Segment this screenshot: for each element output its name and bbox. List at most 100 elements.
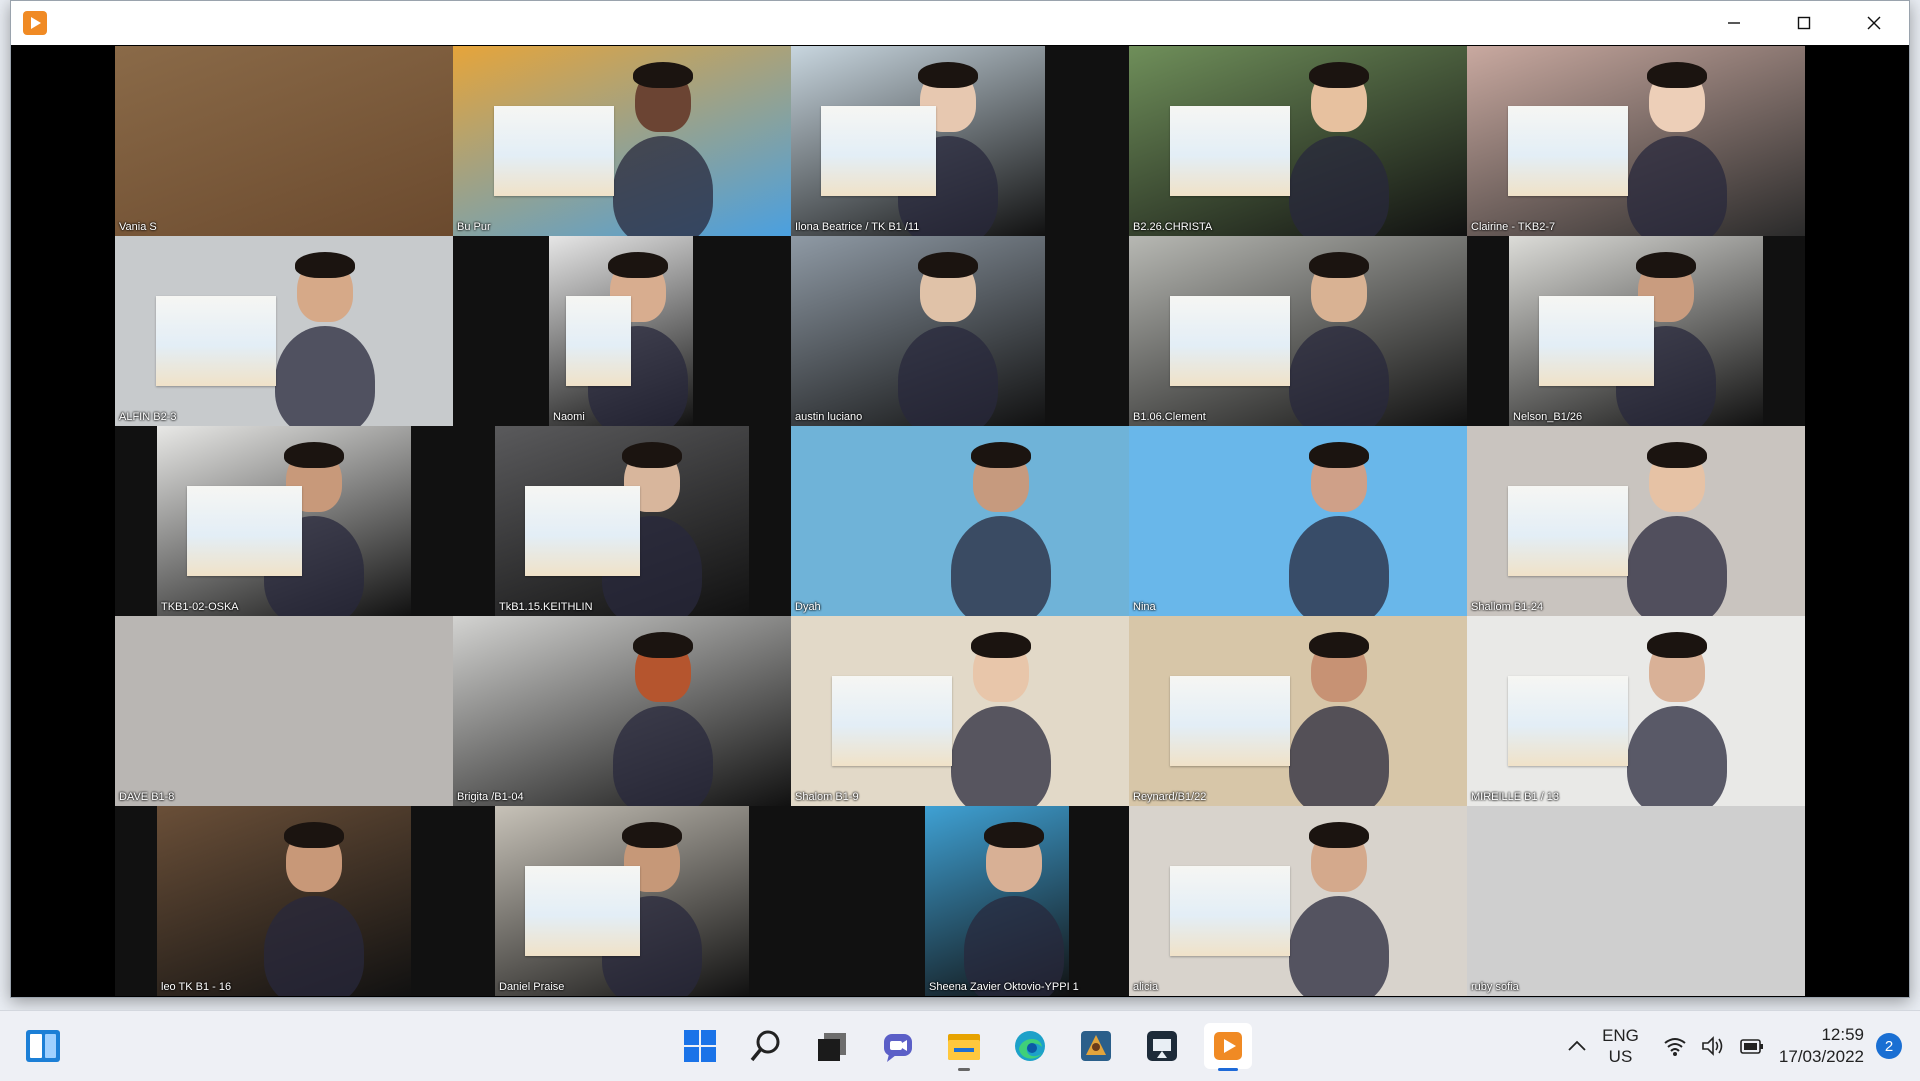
app-gold-button[interactable] xyxy=(1072,1023,1120,1069)
participant-name: Reynard/B1/22 xyxy=(1133,791,1207,803)
participant-tile[interactable]: TkB1.15.KEITHLIN xyxy=(453,426,791,616)
participant-tile[interactable]: B2.26.CHRISTA xyxy=(1129,46,1467,236)
notification-badge[interactable]: 2 xyxy=(1876,1033,1902,1059)
participant-tile[interactable]: B1.06.Clement xyxy=(1129,236,1467,426)
chat-icon xyxy=(884,1034,912,1062)
drawing-paper xyxy=(821,106,936,196)
task-view-button[interactable] xyxy=(808,1023,856,1069)
participant-body xyxy=(274,326,375,426)
title-bar[interactable] xyxy=(11,1,1909,45)
participant-tile[interactable]: Vania S xyxy=(115,46,453,236)
volume-icon xyxy=(1702,1036,1723,1056)
window-controls xyxy=(1699,1,1909,45)
participant-name: Vania S xyxy=(119,221,157,233)
participant-name: Nelson_B1/26 xyxy=(1513,411,1583,423)
file-explorer-icon xyxy=(948,1034,980,1060)
language-code: ENG xyxy=(1602,1026,1639,1045)
volume-button[interactable] xyxy=(1701,1035,1725,1057)
participant-tile[interactable]: austin luciano xyxy=(791,236,1129,426)
drawing-paper xyxy=(493,106,614,196)
wifi-button[interactable] xyxy=(1663,1035,1687,1057)
battery-button[interactable] xyxy=(1739,1035,1765,1057)
app-dark-button[interactable] xyxy=(1138,1023,1186,1069)
drawing-paper xyxy=(1169,676,1290,766)
video-app-icon xyxy=(1214,1032,1242,1060)
participant-body xyxy=(1626,516,1727,616)
participant-tile[interactable]: ALFIN B2-3 xyxy=(115,236,453,426)
chevron-up-icon xyxy=(1568,1040,1586,1051)
language-indicator[interactable]: ENG US xyxy=(1602,1025,1639,1067)
participant-tile[interactable]: DAVE B1-8 xyxy=(115,616,453,806)
participant-tile[interactable]: Reynard/B1/22 xyxy=(1129,616,1467,806)
participant-hair xyxy=(970,632,1031,658)
participant-tile[interactable]: Daniel Praise xyxy=(453,806,791,996)
participant-tile[interactable]: alicia xyxy=(1129,806,1467,996)
drawing-paper xyxy=(1507,486,1628,576)
participant-name: TkB1.15.KEITHLIN xyxy=(499,601,593,613)
participant-hair xyxy=(284,822,345,848)
app-logo-icon xyxy=(23,11,47,35)
participant-tile[interactable]: Shallom B1-24 xyxy=(1467,426,1805,616)
participant-tile[interactable]: Ilona Beatrice / TK B1 /11 xyxy=(791,46,1129,236)
participant-name: TKB1-02-OSKA xyxy=(161,601,239,613)
participant-tile[interactable]: TKB1-02-OSKA xyxy=(115,426,453,616)
participant-hair xyxy=(632,62,693,88)
participant-hair xyxy=(1636,252,1697,278)
participant-gallery: Vania S Bu Pur Ilona Beatrice / TK B1 /11 B… xyxy=(115,46,1807,996)
video-app-button[interactable] xyxy=(1204,1023,1252,1071)
edge-button[interactable] xyxy=(1006,1023,1054,1069)
participant-hair xyxy=(632,632,693,658)
drawing-paper xyxy=(1169,296,1290,386)
participant-hair xyxy=(918,62,979,88)
maximize-icon xyxy=(1797,16,1811,30)
chat-button[interactable] xyxy=(874,1023,922,1069)
participant-tile[interactable]: Brigita /B1-04 xyxy=(453,616,791,806)
participant-tile[interactable]: Bu Pur xyxy=(453,46,791,236)
meeting-window: Vania S Bu Pur Ilona Beatrice / TK B1 /11 B… xyxy=(10,0,1910,998)
participant-body xyxy=(950,516,1051,616)
participant-tile[interactable]: leo TK B1 - 16 xyxy=(115,806,453,996)
start-button[interactable] xyxy=(676,1023,724,1069)
drawing-paper xyxy=(1507,676,1628,766)
participant-tile[interactable]: Nina xyxy=(1129,426,1467,616)
windows-start-icon xyxy=(684,1030,716,1062)
file-explorer-button[interactable] xyxy=(940,1023,988,1071)
participant-video xyxy=(1467,806,1805,996)
participant-hair xyxy=(1308,442,1369,468)
participant-tile[interactable]: ruby sofia xyxy=(1467,806,1805,996)
participant-tile[interactable]: MIREILLE B1 / 13 xyxy=(1467,616,1805,806)
clock-time: 12:59 xyxy=(1821,1025,1864,1044)
close-icon xyxy=(1867,16,1881,30)
participant-tile[interactable]: Clairine - TKB2-7 xyxy=(1467,46,1805,236)
maximize-button[interactable] xyxy=(1769,1,1839,45)
task-view-icon xyxy=(818,1033,846,1061)
widgets-button[interactable] xyxy=(24,1028,62,1064)
participant-hair xyxy=(622,442,683,468)
drawing-paper xyxy=(566,296,632,386)
participant-tile[interactable]: Sheena Zavier Oktovio-YPPI 1 xyxy=(791,806,1129,996)
participant-hair xyxy=(1646,442,1707,468)
participant-tile[interactable]: Naomi xyxy=(453,236,791,426)
participant-name: Ilona Beatrice / TK B1 /11 xyxy=(795,221,920,233)
participant-hair xyxy=(608,252,669,278)
clock[interactable]: 12:59 17/03/2022 xyxy=(1779,1024,1864,1068)
search-button[interactable] xyxy=(742,1023,790,1069)
participant-video xyxy=(115,616,453,806)
show-hidden-icons-button[interactable] xyxy=(1566,1035,1588,1057)
minimize-button[interactable] xyxy=(1699,1,1769,45)
participant-body xyxy=(1288,326,1389,426)
participant-name: ALFIN B2-3 xyxy=(119,411,177,423)
participant-tile[interactable]: Shalom B1-9 xyxy=(791,616,1129,806)
app-dark-icon xyxy=(1147,1031,1177,1061)
participant-body xyxy=(1288,516,1389,616)
participant-name: Daniel Praise xyxy=(499,981,565,993)
close-button[interactable] xyxy=(1839,1,1909,45)
widgets-icon xyxy=(26,1030,60,1062)
participant-hair xyxy=(1646,62,1707,88)
participant-tile[interactable]: Nelson_B1/26 xyxy=(1467,236,1805,426)
participant-name: alicia xyxy=(1133,981,1159,993)
wifi-icon xyxy=(1664,1038,1686,1056)
participant-tile[interactable]: Dyah xyxy=(791,426,1129,616)
drawing-paper xyxy=(525,866,640,956)
battery-plug-icon xyxy=(1740,1039,1763,1054)
